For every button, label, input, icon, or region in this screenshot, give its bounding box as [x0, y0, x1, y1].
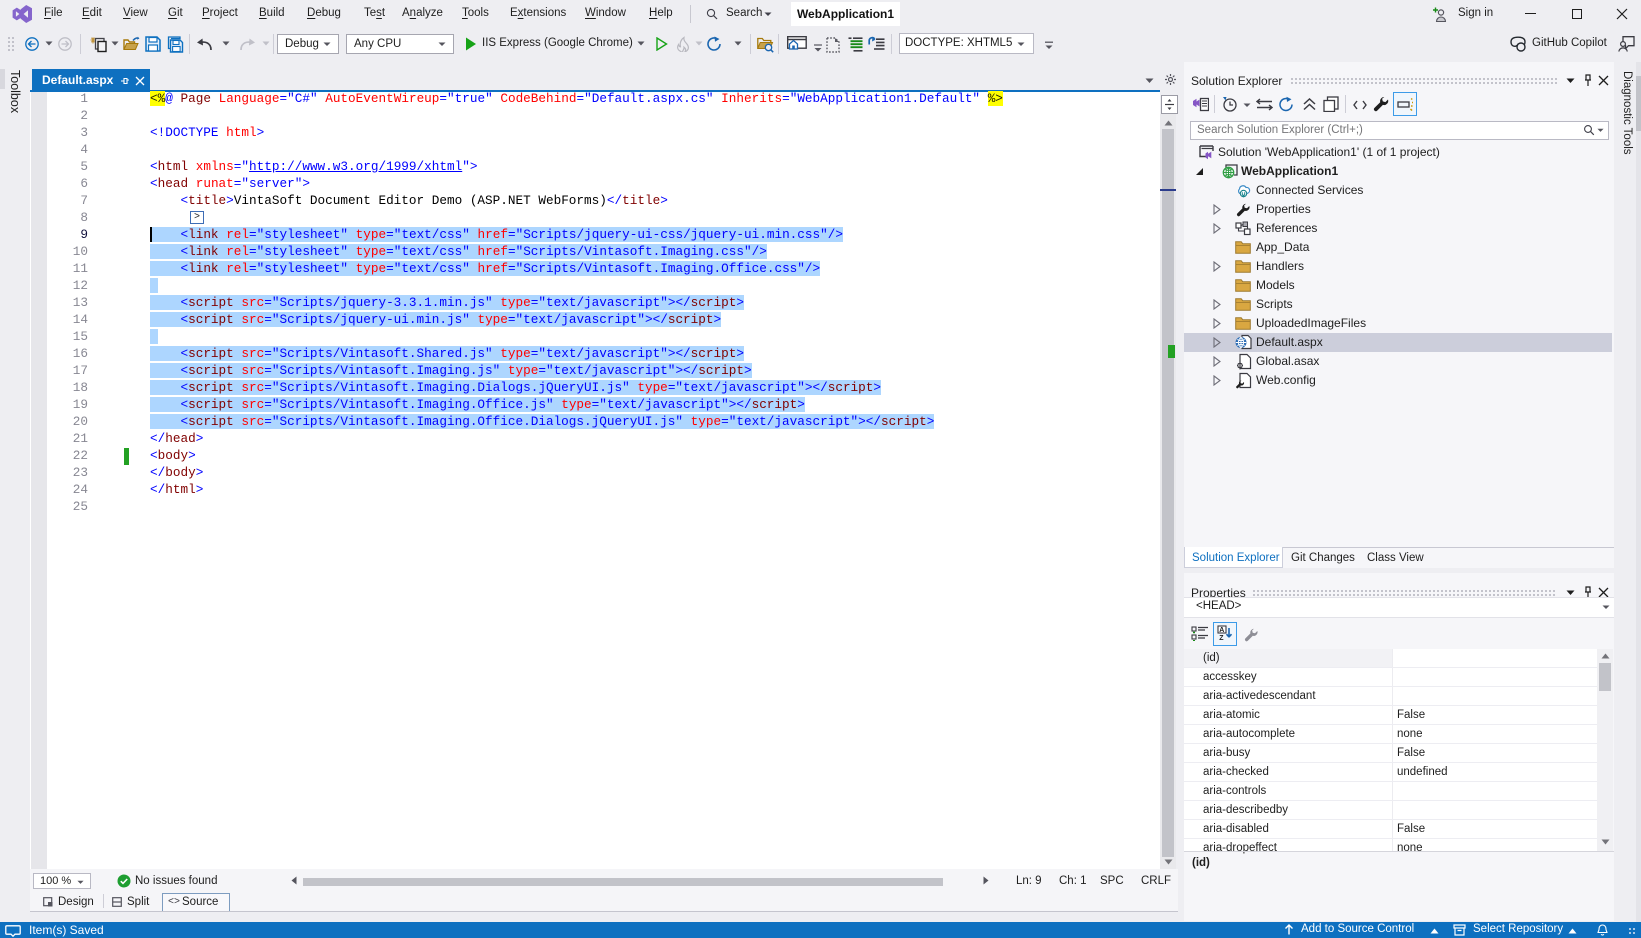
svg-text:A: A: [1219, 627, 1224, 634]
svg-text:Z: Z: [1219, 635, 1224, 642]
